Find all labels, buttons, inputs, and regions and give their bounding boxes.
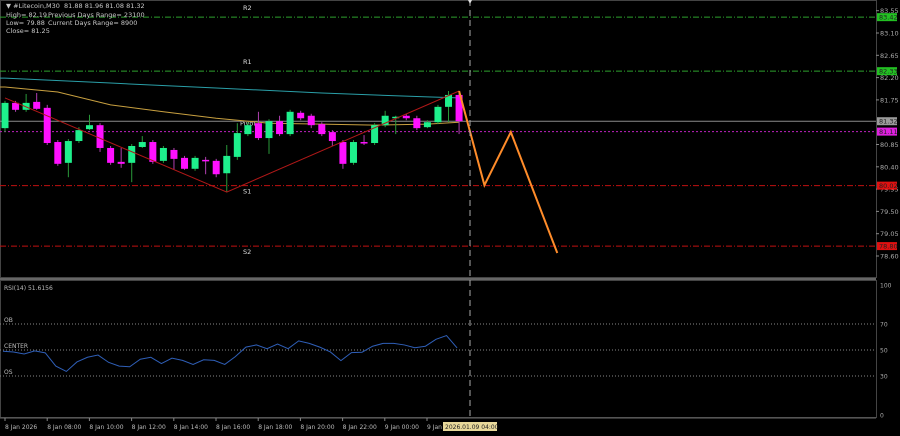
candle-bullish xyxy=(1,102,9,129)
cursor-marker-icon xyxy=(468,0,472,4)
time-tick-label: 8 Jan 16:00 xyxy=(216,424,250,431)
time-tick-label: 9 Jan xyxy=(427,424,442,431)
level-price-label: 80.02 xyxy=(879,182,898,190)
candle-bullish xyxy=(434,106,442,123)
candle-bearish xyxy=(96,125,104,148)
rsi-tick-label: 0 xyxy=(880,413,884,420)
candle-bullish xyxy=(138,142,146,147)
candle-bullish xyxy=(244,125,252,135)
candle-bullish xyxy=(423,122,431,128)
rsi-level-label-center: CENTER xyxy=(4,343,28,350)
rsi-tick-label: 30 xyxy=(880,374,888,381)
price-panel-frame xyxy=(0,0,877,278)
level-name-s1: S1 xyxy=(243,188,251,196)
level-price-label: 81.11 xyxy=(879,128,898,136)
candle-bullish xyxy=(191,157,199,169)
time-tick-label: 8 Jan 2026 xyxy=(5,424,37,431)
candle-bullish xyxy=(128,145,136,163)
projection-line xyxy=(458,90,559,254)
candle-bearish xyxy=(54,142,62,164)
rsi-level-label-os: OS xyxy=(4,369,13,376)
rsi-tick-label: 100 xyxy=(880,283,892,290)
candle-bearish xyxy=(360,142,368,144)
trading-chart[interactable]: 83.5583.1082.6582.2081.7580.8580.4079.95… xyxy=(0,0,900,436)
candle-bearish xyxy=(212,160,220,175)
time-tick-label: 8 Jan 20:00 xyxy=(300,424,334,431)
level-price-label: 82.33 xyxy=(879,68,898,76)
time-tick-label: 8 Jan 22:00 xyxy=(343,424,377,431)
cursor-time-label: 2026.01.09 04:00 xyxy=(445,424,499,431)
rsi-title: RSI(14) 51.6156 xyxy=(4,285,53,292)
candle-bearish xyxy=(413,118,421,129)
candle-bearish xyxy=(402,115,410,119)
moving-average-fast xyxy=(0,86,460,126)
symbol-ohlc-line: ▼ #Litecoin,M30 81.88 81.96 81.08 81.32 xyxy=(6,2,145,10)
candle-bearish xyxy=(33,101,41,109)
current-price-label: 81.32 xyxy=(879,118,898,126)
level-name-r2: R2 xyxy=(243,4,252,12)
time-tick-label: 8 Jan 10:00 xyxy=(89,424,123,431)
candle-bearish xyxy=(328,132,336,142)
price-tick-label: 83.10 xyxy=(880,30,899,38)
price-tick-label: 79.05 xyxy=(880,230,899,238)
candle-bullish xyxy=(349,142,357,163)
candle-bearish xyxy=(307,115,315,126)
time-tick-label: 8 Jan 14:00 xyxy=(174,424,208,431)
time-tick-label: 8 Jan 12:00 xyxy=(132,424,166,431)
rsi-line xyxy=(2,334,458,373)
rsi-tick-label: 70 xyxy=(880,322,888,329)
candle-bearish xyxy=(117,161,125,164)
candle-bearish xyxy=(43,107,51,144)
candle-bullish xyxy=(223,155,231,174)
time-tick-label: 8 Jan 08:00 xyxy=(47,424,81,431)
candle-bullish xyxy=(159,147,167,161)
rsi-level-label-ob: OB xyxy=(4,317,13,324)
price-tick-label: 81.75 xyxy=(880,96,899,104)
candle-bullish xyxy=(233,133,241,157)
day-close: Close= 81.25 xyxy=(6,27,50,35)
time-tick-label: 9 Jan 00:00 xyxy=(385,424,419,431)
candle-bearish xyxy=(181,157,189,169)
candle-bullish xyxy=(85,125,93,130)
candle-bullish xyxy=(265,121,273,139)
candle-bearish xyxy=(254,123,262,139)
day-high: High= 82.19 xyxy=(6,11,48,19)
candle-bearish xyxy=(276,121,284,135)
candle-bearish xyxy=(170,149,178,159)
candle-bearish xyxy=(202,159,210,162)
candle-bearish xyxy=(297,112,305,119)
candle-bullish xyxy=(75,130,83,142)
level-name-r1: R1 xyxy=(243,58,252,66)
level-price-label: 83.42 xyxy=(879,14,898,22)
level-name-s2: S2 xyxy=(243,248,251,256)
level-price-label: 78.80 xyxy=(879,243,898,251)
candle-bullish xyxy=(286,111,294,135)
price-tick-label: 80.85 xyxy=(880,141,899,149)
candle-bearish xyxy=(149,142,157,162)
candle-bullish xyxy=(64,141,72,163)
price-tick-label: 79.50 xyxy=(880,208,899,216)
candle-bearish xyxy=(318,124,326,135)
price-tick-label: 82.65 xyxy=(880,52,899,60)
price-tick-label: 78.60 xyxy=(880,253,899,261)
candle-bearish xyxy=(339,142,347,164)
trend-line xyxy=(4,90,460,193)
current-days-range: Current Days Range= 8900 xyxy=(48,19,138,27)
rsi-panel-frame xyxy=(0,280,877,418)
rsi-tick-label: 50 xyxy=(880,348,888,355)
time-tick-label: 8 Jan 18:00 xyxy=(258,424,292,431)
day-low: Low= 79.88 xyxy=(6,19,45,27)
price-tick-label: 80.40 xyxy=(880,163,899,171)
previous-days-range: Previous Days Range= 23100 xyxy=(48,11,145,19)
candle-bearish xyxy=(107,147,115,163)
